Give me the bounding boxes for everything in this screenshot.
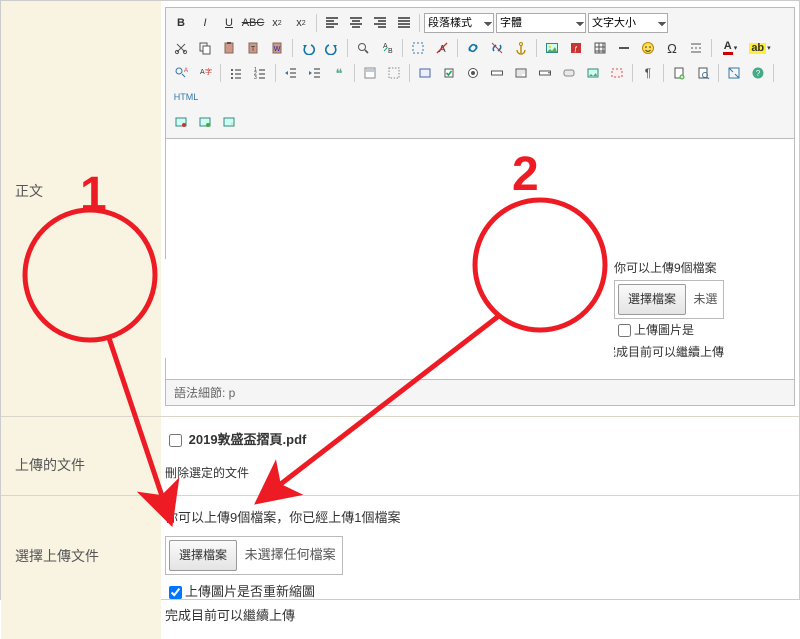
undo-icon[interactable] (297, 37, 319, 59)
underline-button[interactable]: U (218, 12, 240, 34)
maximize-icon[interactable] (723, 62, 745, 84)
label-body: 正文 (15, 183, 43, 199)
bold-button[interactable]: B (170, 12, 192, 34)
ol-icon[interactable]: 123 (249, 62, 271, 84)
label-uploaded: 上傳的文件 (15, 457, 85, 473)
uploaded-file-checkbox[interactable] (169, 434, 182, 447)
delete-selected-link[interactable]: 刪除選定的文件 (165, 464, 795, 481)
template-icon[interactable] (359, 62, 381, 84)
svg-text:?: ? (756, 69, 761, 78)
copy-icon[interactable] (194, 37, 216, 59)
font-size-select[interactable]: 文字大小 (588, 13, 668, 33)
thumb-label-main: 上傳圖片是否重新縮圖 (185, 584, 315, 599)
emoji-icon[interactable] (637, 37, 659, 59)
svg-text:A: A (184, 68, 188, 74)
continue-main: 完成目前可以繼續上傳 (165, 604, 795, 629)
newpage-icon[interactable] (668, 62, 690, 84)
hr-icon[interactable] (613, 37, 635, 59)
image-icon[interactable] (541, 37, 563, 59)
align-justify-button[interactable] (393, 12, 415, 34)
paste-text-icon[interactable]: T (242, 37, 264, 59)
hidden-icon[interactable] (606, 62, 628, 84)
editor-content-area[interactable]: 你可以 選擇檔案 上傳圖片是 成目前可以 你可以上傳9個檔案 選擇檔案 未選 (165, 139, 795, 380)
choose-file-button-main[interactable]: 選擇檔案 (169, 540, 237, 571)
svg-text:3: 3 (254, 75, 257, 80)
nofile-right: 未選 (693, 292, 717, 306)
strike-button[interactable]: ABC (242, 12, 264, 34)
outdent-icon[interactable] (280, 62, 302, 84)
extra2-icon[interactable] (194, 111, 216, 133)
select-upload-info: 你可以上傳9個檔案，你已經上傳1個檔案 (165, 506, 795, 531)
button-icon[interactable] (558, 62, 580, 84)
source-button[interactable]: HTML (170, 86, 202, 108)
svg-text:T: T (251, 46, 256, 53)
svg-text:字: 字 (205, 67, 212, 76)
font-family-select[interactable]: 字體 (496, 13, 586, 33)
svg-text:W: W (274, 46, 281, 53)
indent-icon[interactable] (304, 62, 326, 84)
align-center-button[interactable] (345, 12, 367, 34)
svg-text:B: B (388, 48, 393, 55)
flash-icon[interactable]: ƒ (565, 37, 587, 59)
thumb-checkbox-right[interactable] (618, 324, 631, 337)
remove-format-icon[interactable]: A (431, 37, 453, 59)
unlink-icon[interactable] (486, 37, 508, 59)
nofile-main: 未選擇任何檔案 (245, 547, 336, 562)
div-icon[interactable] (383, 62, 405, 84)
select-icon[interactable] (534, 62, 556, 84)
select-all-icon[interactable] (407, 37, 429, 59)
cut-icon[interactable] (170, 37, 192, 59)
paragraph-style-select[interactable]: 段落樣式 (424, 13, 494, 33)
anchor-icon[interactable] (510, 37, 532, 59)
about-icon[interactable]: ? (747, 62, 769, 84)
replace-icon[interactable]: AB (376, 37, 398, 59)
extra3-icon[interactable] (218, 111, 240, 133)
textfield-icon[interactable] (486, 62, 508, 84)
paste-icon[interactable] (218, 37, 240, 59)
find-replace-icon[interactable]: A (170, 62, 192, 84)
choose-file-button-right[interactable]: 選擇檔案 (618, 284, 686, 315)
align-left-button[interactable] (321, 12, 343, 34)
redo-icon[interactable] (321, 37, 343, 59)
link-icon[interactable] (462, 37, 484, 59)
italic-button[interactable]: I (194, 12, 216, 34)
fontcolor-button[interactable]: A▾ (716, 37, 744, 59)
bgcolor-button[interactable]: ab▾ (746, 37, 774, 59)
pagebreak-icon[interactable] (685, 37, 707, 59)
thumb-label-right: 上傳圖片是 (634, 323, 694, 337)
special-char-icon[interactable]: Ω (661, 37, 683, 59)
extra1-icon[interactable] (170, 111, 192, 133)
svg-text:ƒ: ƒ (574, 46, 578, 53)
find-icon[interactable] (352, 37, 374, 59)
editor-toolbar: B I U ABC x2 x2 (165, 7, 795, 139)
subscript-button[interactable]: x2 (266, 12, 288, 34)
preview-icon[interactable] (692, 62, 714, 84)
table-icon[interactable] (589, 37, 611, 59)
editor-status-bar: 語法細節: p (165, 380, 795, 406)
radio-icon[interactable] (462, 62, 484, 84)
thumb-checkbox-main[interactable] (169, 586, 182, 599)
textarea-icon[interactable] (510, 62, 532, 84)
checkbox-icon[interactable] (438, 62, 460, 84)
show-blocks-icon[interactable]: ¶ (637, 62, 659, 84)
ul-icon[interactable] (225, 62, 247, 84)
continue-right: 完成目前可以繼續上傳 (614, 345, 724, 359)
form-icon[interactable] (414, 62, 436, 84)
superscript-button[interactable]: x2 (290, 12, 312, 34)
spellcheck-icon[interactable]: A字 (194, 62, 216, 84)
blockquote-icon[interactable]: ❝ (328, 62, 350, 84)
uploaded-file-name: 2019敦盛盃摺頁.pdf (189, 432, 307, 447)
label-select-upload: 選擇上傳文件 (15, 548, 99, 564)
align-right-button[interactable] (369, 12, 391, 34)
paste-word-icon[interactable]: W (266, 37, 288, 59)
upload-right-line1: 你可以上傳9個檔案 (614, 261, 717, 275)
imagebutton-icon[interactable] (582, 62, 604, 84)
